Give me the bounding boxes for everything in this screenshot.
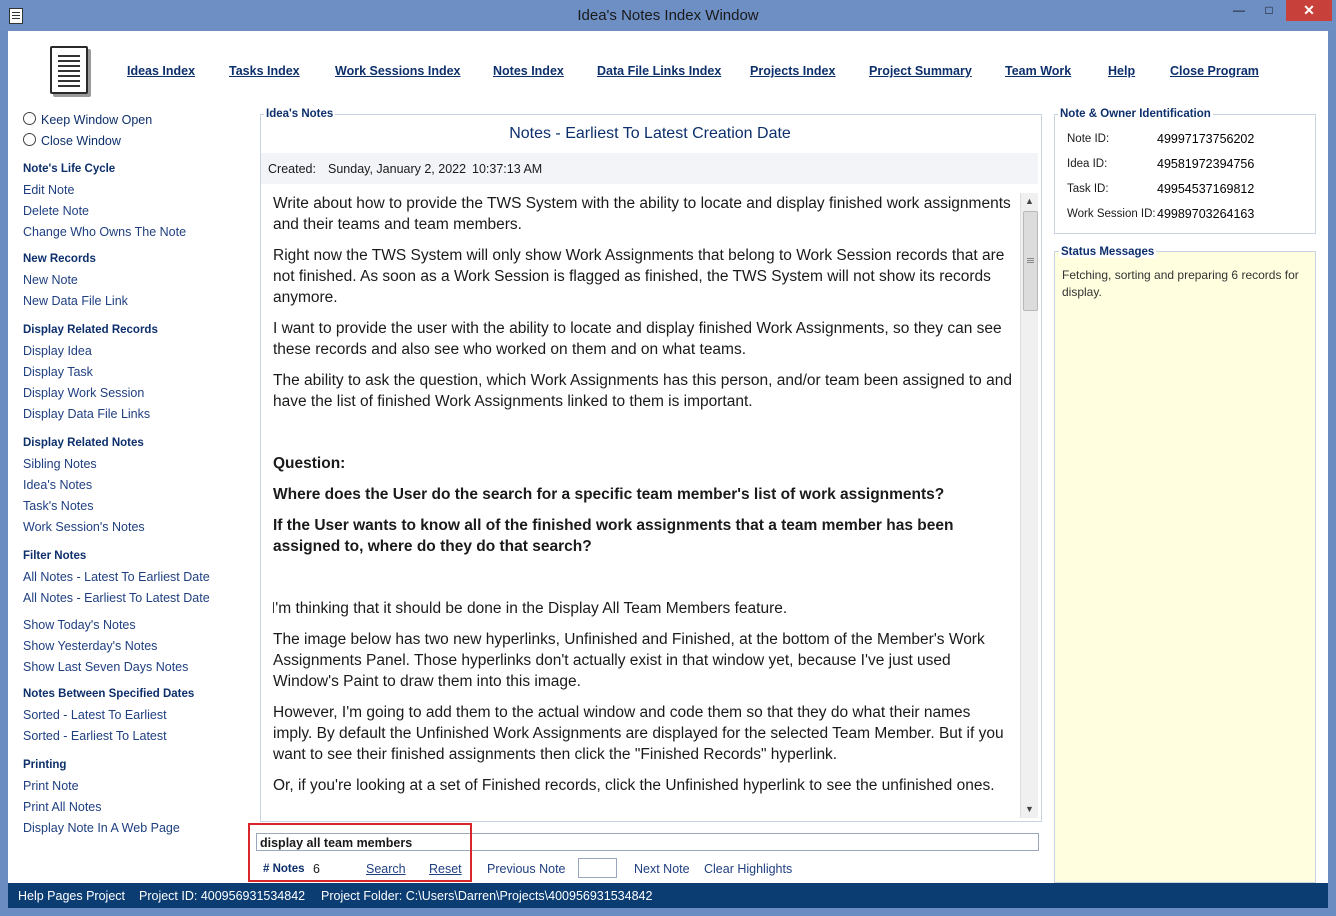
nav-team-work[interactable]: Team Work bbox=[1005, 64, 1071, 78]
note-paragraph: Or, if you're looking at a set of Finish… bbox=[273, 777, 995, 794]
life-cycle-heading: Note's Life Cycle bbox=[23, 163, 116, 175]
note-paragraph: Write about how to provide the TWS Syste… bbox=[273, 195, 1011, 233]
session-id-value: 49989703264163 bbox=[1157, 207, 1255, 221]
scroll-up-icon[interactable]: ▲ bbox=[1021, 193, 1038, 210]
task-id-label: Task ID: bbox=[1067, 183, 1109, 195]
printing-heading: Printing bbox=[23, 759, 67, 771]
keep-window-open-radio[interactable]: Keep Window Open bbox=[23, 112, 152, 127]
display-data-file-links-link[interactable]: Display Data File Links bbox=[23, 407, 150, 421]
nav-work-sessions-index[interactable]: Work Sessions Index bbox=[335, 64, 461, 78]
maximize-button[interactable]: □ bbox=[1256, 0, 1282, 21]
notes-count-label: # Notes bbox=[263, 863, 305, 875]
status-message-text: Fetching, sorting and preparing 6 record… bbox=[1062, 268, 1299, 299]
notes-document-icon bbox=[50, 46, 88, 94]
previous-note-button[interactable]: Previous Note bbox=[487, 862, 566, 876]
display-work-session-link[interactable]: Display Work Session bbox=[23, 386, 144, 400]
identification-legend: Note & Owner Identification bbox=[1058, 108, 1213, 120]
note-paragraph: I want to provide the user with the abil… bbox=[273, 320, 1002, 358]
related-records-heading: Display Related Records bbox=[23, 324, 158, 336]
notes-panel-legend: Idea's Notes bbox=[264, 108, 336, 120]
new-note-link[interactable]: New Note bbox=[23, 273, 78, 287]
session-id-label: Work Session ID: bbox=[1067, 208, 1156, 220]
status-messages-panel bbox=[1054, 251, 1316, 883]
close-window-radio[interactable]: Close Window bbox=[23, 133, 121, 148]
between-dates-heading: Notes Between Specified Dates bbox=[23, 688, 195, 700]
nav-close-program[interactable]: Close Program bbox=[1170, 64, 1259, 78]
project-name: Help Pages Project bbox=[18, 889, 126, 903]
note-scrollbar[interactable]: ▲ ▼ bbox=[1020, 193, 1038, 818]
status-messages-legend: Status Messages bbox=[1059, 246, 1157, 258]
nav-projects-index[interactable]: Projects Index bbox=[750, 64, 835, 78]
note-paragraph: I'm thinking that it should be done in t… bbox=[273, 600, 788, 617]
work-sessions-notes-link[interactable]: Work Session's Notes bbox=[23, 520, 145, 534]
note-paragraph: Right now the TWS System will only show … bbox=[273, 247, 1005, 306]
notes-count-value: 6 bbox=[313, 862, 320, 876]
nav-data-file-links-index[interactable]: Data File Links Index bbox=[597, 64, 721, 78]
next-note-button[interactable]: Next Note bbox=[634, 862, 690, 876]
note-question: Where does the User do the search for a … bbox=[273, 486, 945, 503]
created-label: Created: bbox=[268, 162, 316, 176]
delete-note-link[interactable]: Delete Note bbox=[23, 204, 89, 218]
sibling-notes-link[interactable]: Sibling Notes bbox=[23, 457, 97, 471]
title-bar[interactable]: Idea's Notes Index Window — □ ✕ bbox=[0, 0, 1336, 31]
client-area: Ideas Index Tasks Index Work Sessions In… bbox=[8, 31, 1328, 883]
print-all-notes-link[interactable]: Print All Notes bbox=[23, 800, 102, 814]
nav-help[interactable]: Help bbox=[1108, 64, 1135, 78]
sorted-latest-link[interactable]: Sorted - Latest To Earliest bbox=[23, 708, 167, 722]
sorted-earliest-link[interactable]: Sorted - Earliest To Latest bbox=[23, 729, 167, 743]
note-paragraph: However, I'm going to add them to the ac… bbox=[273, 704, 1004, 763]
nav-notes-index[interactable]: Notes Index bbox=[493, 64, 564, 78]
radio-circle-icon bbox=[23, 112, 36, 125]
project-folder: Project Folder: C:\Users\Darren\Projects… bbox=[321, 889, 653, 903]
nav-project-summary[interactable]: Project Summary bbox=[869, 64, 972, 78]
created-bar: Created: Sunday, January 2, 2022 10:37:1… bbox=[261, 153, 1038, 184]
display-task-link[interactable]: Display Task bbox=[23, 365, 93, 379]
window-frame: Idea's Notes Index Window — □ ✕ Ideas In… bbox=[0, 0, 1336, 916]
note-number-field[interactable] bbox=[578, 858, 617, 878]
idea-id-value: 49581972394756 bbox=[1157, 157, 1255, 171]
nav-ideas-index[interactable]: Ideas Index bbox=[127, 64, 195, 78]
scroll-down-icon[interactable]: ▼ bbox=[1021, 801, 1038, 818]
last-seven-days-link[interactable]: Show Last Seven Days Notes bbox=[23, 660, 188, 674]
created-date: Sunday, January 2, 2022 bbox=[328, 162, 467, 176]
all-notes-earliest-link[interactable]: All Notes - Earliest To Latest Date bbox=[23, 591, 210, 605]
search-button[interactable]: Search bbox=[366, 862, 406, 876]
task-id-value: 49954537169812 bbox=[1157, 182, 1255, 196]
radio-circle-icon bbox=[23, 133, 36, 146]
ideas-notes-link[interactable]: Idea's Notes bbox=[23, 478, 92, 492]
note-paragraph: The image below has two new hyperlinks, … bbox=[273, 631, 985, 690]
clear-highlights-button[interactable]: Clear Highlights bbox=[704, 862, 792, 876]
note-question: If the User wants to know all of the fin… bbox=[273, 517, 954, 555]
note-question-heading: Question: bbox=[273, 455, 346, 472]
notes-sort-heading: Notes - Earliest To Latest Creation Date bbox=[509, 125, 791, 142]
yesterdays-notes-link[interactable]: Show Yesterday's Notes bbox=[23, 639, 157, 653]
web-page-link[interactable]: Display Note In A Web Page bbox=[23, 821, 180, 835]
all-notes-latest-link[interactable]: All Notes - Latest To Earliest Date bbox=[23, 570, 210, 584]
note-text-area[interactable]: Write about how to provide the TWS Syste… bbox=[273, 193, 1018, 813]
nav-tasks-index[interactable]: Tasks Index bbox=[229, 64, 300, 78]
new-records-heading: New Records bbox=[23, 253, 96, 265]
project-status-bar: Help Pages Project Project ID: 400956931… bbox=[8, 883, 1328, 908]
minimize-button[interactable]: — bbox=[1226, 0, 1252, 21]
project-id: Project ID: 400956931534842 bbox=[139, 889, 306, 903]
created-time: 10:37:13 AM bbox=[472, 162, 543, 176]
filter-notes-heading: Filter Notes bbox=[23, 550, 87, 562]
print-note-link[interactable]: Print Note bbox=[23, 779, 79, 793]
scroll-thumb[interactable] bbox=[1023, 211, 1038, 311]
new-data-file-link[interactable]: New Data File Link bbox=[23, 294, 128, 308]
window-title: Idea's Notes Index Window bbox=[577, 7, 759, 24]
idea-id-label: Idea ID: bbox=[1067, 158, 1108, 170]
reset-button[interactable]: Reset bbox=[429, 862, 462, 876]
note-paragraph: The ability to ask the question, which W… bbox=[273, 372, 1012, 410]
close-window-button[interactable]: ✕ bbox=[1286, 0, 1332, 21]
related-notes-heading: Display Related Notes bbox=[23, 437, 144, 449]
edit-note-link[interactable]: Edit Note bbox=[23, 183, 74, 197]
note-id-label: Note ID: bbox=[1067, 133, 1110, 145]
tasks-notes-link[interactable]: Task's Notes bbox=[23, 499, 93, 513]
note-id-value: 49997173756202 bbox=[1157, 132, 1255, 146]
change-owner-link[interactable]: Change Who Owns The Note bbox=[23, 225, 186, 239]
todays-notes-link[interactable]: Show Today's Notes bbox=[23, 618, 136, 632]
display-idea-link[interactable]: Display Idea bbox=[23, 344, 92, 358]
